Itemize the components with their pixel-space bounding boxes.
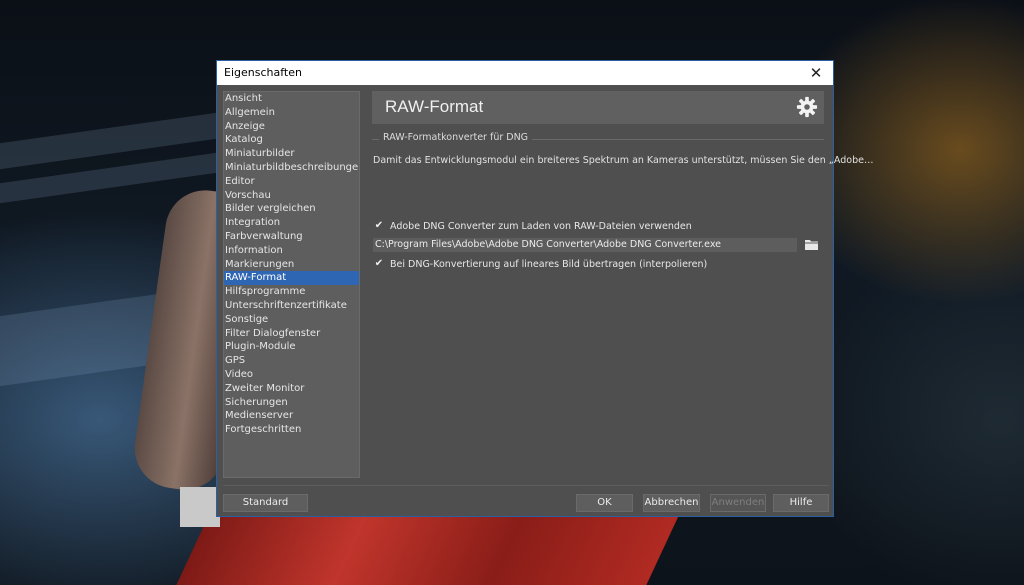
dng-converter-path-field[interactable] bbox=[373, 238, 797, 252]
sidebar-item-sicherungen[interactable]: Sicherungen bbox=[224, 396, 359, 410]
page-header: RAW-Format bbox=[372, 91, 824, 124]
title-bar[interactable]: Eigenschaften ✕ bbox=[217, 61, 833, 85]
sidebar-item-anzeige[interactable]: Anzeige bbox=[224, 120, 359, 134]
sidebar-item-hilfsprogramme[interactable]: Hilfsprogramme bbox=[224, 285, 359, 299]
checkmark-icon: ✔ bbox=[374, 220, 384, 231]
gear-icon[interactable] bbox=[796, 96, 818, 118]
close-button[interactable]: ✕ bbox=[799, 61, 833, 85]
help-button[interactable]: Hilfe bbox=[773, 494, 829, 512]
sidebar-item-integration[interactable]: Integration bbox=[224, 216, 359, 230]
sidebar-item-bilder-vergleichen[interactable]: Bilder vergleichen bbox=[224, 202, 359, 216]
sidebar-item-katalog[interactable]: Katalog bbox=[224, 133, 359, 147]
sidebar-item-farbverwaltung[interactable]: Farbverwaltung bbox=[224, 230, 359, 244]
use-dng-converter-label: Adobe DNG Converter zum Laden von RAW-Da… bbox=[390, 220, 692, 232]
linear-image-label: Bei DNG-Konvertierung auf lineares Bild … bbox=[390, 258, 708, 270]
footer-divider bbox=[223, 485, 829, 486]
sidebar-item-miniaturbilder[interactable]: Miniaturbilder bbox=[224, 147, 359, 161]
sidebar-item-ansicht[interactable]: Ansicht bbox=[224, 92, 359, 106]
sidebar-item-unterschriftenzertifikate[interactable]: Unterschriftenzertifikate bbox=[224, 299, 359, 313]
sidebar-item-video[interactable]: Video bbox=[224, 368, 359, 382]
description-text: Damit das Entwicklungsmodul ein breitere… bbox=[373, 155, 874, 166]
properties-dialog: Eigenschaften ✕ Ansicht Allgemein Anzeig… bbox=[216, 60, 873, 517]
background-guitar bbox=[176, 505, 684, 585]
checkmark-icon: ✔ bbox=[374, 258, 384, 269]
ok-button[interactable]: OK bbox=[576, 494, 633, 512]
group-title: RAW-Formatkonverter für DNG bbox=[379, 132, 533, 143]
background-speaker bbox=[180, 487, 220, 527]
window-title: Eigenschaften bbox=[224, 66, 302, 79]
sidebar-item-miniaturbildbeschreibungen[interactable]: Miniaturbildbeschreibungen bbox=[224, 161, 359, 175]
sidebar-item-markierungen[interactable]: Markierungen bbox=[224, 258, 359, 272]
sidebar-item-information[interactable]: Information bbox=[224, 244, 359, 258]
close-icon: ✕ bbox=[809, 64, 823, 82]
sidebar-item-gps[interactable]: GPS bbox=[224, 354, 359, 368]
sidebar-item-editor[interactable]: Editor bbox=[224, 175, 359, 189]
settings-content-panel: RAW-Format RAW-Formatkonverter für DNG D… bbox=[365, 91, 873, 478]
sidebar-item-plugin-module[interactable]: Plugin-Module bbox=[224, 340, 359, 354]
sidebar-item-filter-dialogfenster[interactable]: Filter Dialogfenster bbox=[224, 327, 359, 341]
sidebar-item-zweiter-monitor[interactable]: Zweiter Monitor bbox=[224, 382, 359, 396]
apply-button[interactable]: Anwenden bbox=[710, 494, 766, 512]
sidebar-item-vorschau[interactable]: Vorschau bbox=[224, 189, 359, 203]
standard-button[interactable]: Standard bbox=[223, 494, 308, 512]
linear-image-checkbox[interactable]: ✔ Bei DNG-Konvertierung auf lineares Bil… bbox=[373, 258, 707, 270]
cancel-button[interactable]: Abbrechen bbox=[643, 494, 700, 512]
sidebar-item-medienserver[interactable]: Medienserver bbox=[224, 409, 359, 423]
use-dng-converter-checkbox[interactable]: ✔ Adobe DNG Converter zum Laden von RAW-… bbox=[373, 220, 692, 232]
sidebar-item-allgemein[interactable]: Allgemein bbox=[224, 106, 359, 120]
settings-category-list[interactable]: Ansicht Allgemein Anzeige Katalog Miniat… bbox=[223, 91, 360, 478]
page-title: RAW-Format bbox=[385, 97, 484, 116]
sidebar-item-fortgeschritten[interactable]: Fortgeschritten bbox=[224, 423, 359, 437]
sidebar-item-sonstige[interactable]: Sonstige bbox=[224, 313, 359, 327]
sidebar-item-raw-format[interactable]: RAW-Format bbox=[224, 271, 359, 286]
folder-icon[interactable] bbox=[805, 239, 818, 250]
